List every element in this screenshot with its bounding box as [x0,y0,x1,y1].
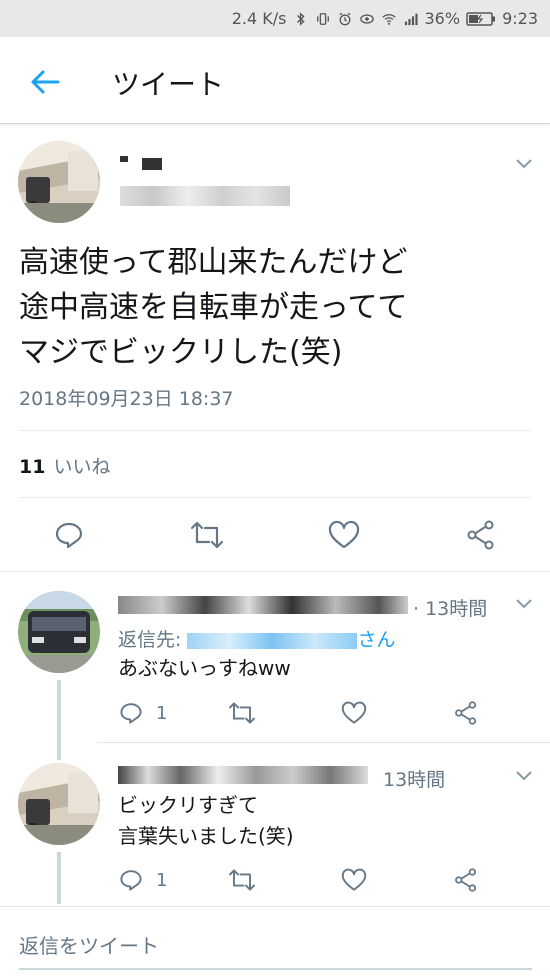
avatar[interactable] [18,591,100,673]
avatar-photo [18,591,100,673]
avatar-photo [18,141,100,223]
divider [0,906,550,907]
reply-to-prefix: 返信先: [118,629,182,651]
avatar-photo [18,763,100,845]
vibrate-icon [316,12,329,25]
signal-icon [404,13,418,25]
battery-percent: 36% [424,9,461,28]
divider [97,742,550,743]
tweet-timestamp: 2018年09月23日 18:37 [19,388,234,410]
reply-author-redacted [118,596,408,614]
reply-icon[interactable] [54,520,84,550]
author-handle-redacted [120,186,290,206]
reply-author-redacted [118,766,368,784]
author-name-redacted-2 [142,158,162,170]
share-icon[interactable] [454,868,478,892]
share-icon[interactable] [466,520,496,550]
like-heart-icon[interactable] [341,868,367,892]
like-count: 11 [19,456,46,478]
reply-text: あぶないっすねww [118,656,291,680]
reply-icon[interactable] [118,701,144,725]
compose-underline [19,968,532,970]
tweet-text: 高速使って郡山来たんだけど 途中高速を自転車が走ってて マジでビックリした(笑) [19,245,408,370]
reply-time: 13時間 [383,769,446,791]
share-icon[interactable] [454,701,478,725]
retweet-icon[interactable] [190,520,224,550]
eye-icon [359,13,374,24]
chevron-down-icon[interactable] [515,770,533,782]
page-title: ツイート [112,68,225,101]
back-arrow-icon[interactable] [28,65,62,99]
like-heart-icon[interactable] [328,520,360,550]
like-label: いいね [53,456,111,478]
author-name-redacted [120,156,128,162]
bluetooth-icon [296,11,305,26]
status-time: 9:23 [502,9,538,28]
chevron-down-icon[interactable] [515,158,533,170]
thread-line [57,680,61,760]
status-bar: 2.4 K/s 36% 9:23 [0,0,550,37]
reply-icon[interactable] [118,868,144,892]
divider [19,430,532,431]
reply-compose-input[interactable]: 返信をツイート [19,930,159,959]
status-bar-right: 2.4 K/s 36% 9:23 [232,0,538,37]
reply-time: · 13時間 [413,598,488,620]
network-speed: 2.4 K/s [231,9,287,28]
wifi-icon [381,13,396,25]
reply-text: ビックリすぎて 言葉失いました(笑) [118,793,294,848]
avatar[interactable] [18,763,100,845]
battery-icon [466,11,496,26]
reply-to-suffix[interactable]: さん [357,629,395,651]
thread-line [57,852,61,904]
divider [0,571,550,572]
like-heart-icon[interactable] [341,701,367,725]
reply-count: 1 [156,703,168,724]
retweet-icon[interactable] [228,868,256,892]
alarm-icon [338,12,351,25]
divider [19,497,532,498]
reply-to-line: 返信先: さん [118,625,395,652]
retweet-icon[interactable] [228,701,256,725]
chevron-down-icon[interactable] [515,598,533,610]
app-header: ツイート [0,37,550,124]
reply-to-handle-redacted[interactable] [187,632,358,649]
reply-count: 1 [156,870,168,891]
avatar[interactable] [18,141,100,223]
like-count-row[interactable]: 11 いいね [19,452,110,479]
